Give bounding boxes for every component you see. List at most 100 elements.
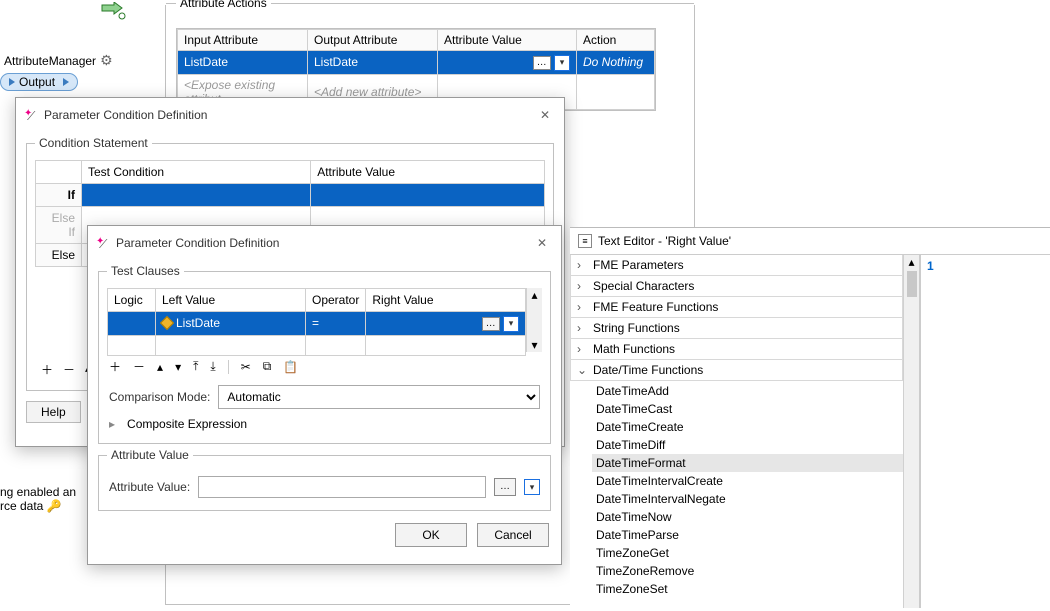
port-triangle-icon (9, 78, 15, 86)
move-up-button[interactable]: ▴ (157, 360, 163, 374)
category-string-functions[interactable]: String Functions (570, 317, 903, 339)
text-editor-title: Text Editor - 'Right Value' (598, 234, 731, 248)
parameter-condition-dialog-nested: Parameter Condition Definition ✕ Test Cl… (87, 225, 562, 565)
cell-logic[interactable] (108, 312, 156, 336)
col-attribute-value[interactable]: Attribute Value (311, 161, 545, 184)
fieldset-legend: Test Clauses (107, 264, 184, 278)
clause-toolbar: ＋ － ▴ ▾ ⤒ ⤓ ✂ ⧉ 📋 (107, 352, 542, 381)
category-date-time-functions[interactable]: Date/Time Functions (570, 359, 903, 381)
function-timezoneset[interactable]: TimeZoneSet (592, 580, 919, 598)
cell-left-value[interactable]: ListDate (156, 312, 306, 336)
col-attribute-value[interactable]: Attribute Value (438, 30, 577, 51)
dialog-titlebar[interactable]: Parameter Condition Definition ✕ (16, 98, 564, 132)
cut-button[interactable]: ✂ (241, 360, 251, 374)
wand-icon (96, 236, 110, 250)
add-row-button[interactable]: ＋ (41, 361, 53, 378)
transformer-node[interactable]: AttributeManager ⚙ Output (0, 50, 145, 91)
cell-right-value[interactable]: … (366, 312, 526, 336)
cell-input[interactable]: ListDate (178, 51, 308, 75)
scrollbar-thumb[interactable] (907, 271, 917, 297)
col-output-attribute[interactable]: Output Attribute (308, 30, 438, 51)
help-button[interactable]: Help (26, 401, 81, 423)
function-category-list[interactable]: FME Parameters Special CharactersFME Feat… (570, 255, 920, 608)
remove-row-button[interactable]: － (63, 361, 75, 378)
function-datetimeintervalcreate[interactable]: DateTimeIntervalCreate (592, 472, 919, 490)
row-label-elseif: Else If (36, 207, 82, 244)
close-button[interactable]: ✕ (534, 104, 556, 126)
chevron-icon (577, 321, 587, 335)
test-clauses-table[interactable]: Logic Left Value Operator Right Value Li… (107, 288, 526, 356)
function-datetimecast[interactable]: DateTimeCast (592, 400, 919, 418)
scrollbar[interactable]: ▴▾ (526, 288, 542, 352)
output-port[interactable]: Output (0, 73, 78, 91)
function-timezoneget[interactable]: TimeZoneGet (592, 544, 919, 562)
ellipsis-button[interactable]: … (482, 317, 500, 331)
function-datetimeformat[interactable]: DateTimeFormat (592, 454, 919, 472)
function-datetimenow[interactable]: DateTimeNow (592, 508, 919, 526)
comparison-mode-select[interactable]: Automatic (218, 385, 540, 409)
cell-action[interactable]: Do Nothing (577, 51, 655, 75)
cell-test-condition[interactable] (82, 184, 311, 207)
output-port-label: Output (19, 75, 55, 89)
category-math-functions[interactable]: Math Functions (570, 338, 903, 360)
bg-line-1: ng enabled an (0, 485, 76, 499)
dropdown-button[interactable] (524, 479, 540, 495)
fieldset-legend: Condition Statement (35, 136, 152, 150)
ellipsis-button[interactable]: … (533, 56, 551, 70)
move-top-button[interactable]: ⤒ (193, 359, 198, 374)
close-button[interactable]: ✕ (531, 232, 553, 254)
move-down-button[interactable]: ▾ (175, 360, 181, 374)
function-datetimeparse[interactable]: DateTimeParse (592, 526, 919, 544)
text-editor-header[interactable]: ≡ Text Editor - 'Right Value' (570, 228, 1050, 255)
scrollbar[interactable]: ▴ (903, 255, 919, 608)
dropdown-button[interactable] (554, 55, 570, 71)
dialog-titlebar[interactable]: Parameter Condition Definition ✕ (88, 226, 561, 260)
cell-attribute-value[interactable] (311, 184, 545, 207)
attribute-value-fieldset: Attribute Value Attribute Value: … (98, 448, 551, 511)
attribute-value-input[interactable] (198, 476, 486, 498)
table-row-if[interactable]: If (36, 184, 545, 207)
ok-button[interactable]: OK (395, 523, 467, 547)
ellipsis-button[interactable]: … (494, 478, 516, 496)
cell-output[interactable]: ListDate (308, 51, 438, 75)
chevron-icon (577, 363, 587, 377)
move-bottom-button[interactable]: ⤓ (210, 359, 215, 374)
table-row[interactable]: ListDate ListDate … Do Nothing (178, 51, 655, 75)
cell-value[interactable]: … (438, 51, 577, 75)
gear-icon[interactable]: ⚙ (100, 52, 113, 69)
attribute-value-row: Attribute Value: … (107, 472, 542, 502)
col-logic[interactable]: Logic (108, 289, 156, 312)
row-label-if: If (36, 184, 82, 207)
background-text: ng enabled an rce data 🔑 (0, 485, 76, 513)
function-datetimediff[interactable]: DateTimeDiff (592, 436, 919, 454)
function-datetimeadd[interactable]: DateTimeAdd (592, 382, 919, 400)
paste-button[interactable]: 📋 (283, 360, 298, 374)
table-row-empty[interactable] (108, 335, 526, 355)
text-editor-area[interactable]: 1 (920, 255, 1050, 608)
category-label: Date/Time Functions (593, 363, 703, 377)
add-button[interactable]: ＋ (109, 358, 121, 375)
category-fme-feature-functions[interactable]: FME Feature Functions (570, 296, 903, 318)
function-datetimecreate[interactable]: DateTimeCreate (592, 418, 919, 436)
function-datetimeintervalnegate[interactable]: DateTimeIntervalNegate (592, 490, 919, 508)
col-test-condition[interactable]: Test Condition (82, 161, 311, 184)
col-right-value[interactable]: Right Value (366, 289, 526, 312)
copy-button[interactable]: ⧉ (263, 359, 272, 374)
category-fme-parameters[interactable]: FME Parameters (570, 255, 903, 276)
cell-operator[interactable]: = (306, 312, 366, 336)
category-label: FME Parameters (593, 258, 684, 272)
cancel-button[interactable]: Cancel (477, 523, 549, 547)
col-operator[interactable]: Operator (306, 289, 366, 312)
transformer-name: AttributeManager (4, 54, 96, 68)
composite-expression-label: Composite Expression (127, 417, 247, 431)
category-special-characters[interactable]: Special Characters (570, 275, 903, 297)
composite-expression-toggle[interactable]: ▸Composite Expression (107, 413, 542, 435)
table-header-row: Input Attribute Output Attribute Attribu… (178, 30, 655, 51)
col-input-attribute[interactable]: Input Attribute (178, 30, 308, 51)
dropdown-button[interactable] (503, 316, 519, 332)
col-left-value[interactable]: Left Value (156, 289, 306, 312)
function-timezoneremove[interactable]: TimeZoneRemove (592, 562, 919, 580)
remove-button[interactable]: － (133, 358, 145, 375)
table-row[interactable]: ListDate = … (108, 312, 526, 336)
col-action[interactable]: Action (577, 30, 655, 51)
